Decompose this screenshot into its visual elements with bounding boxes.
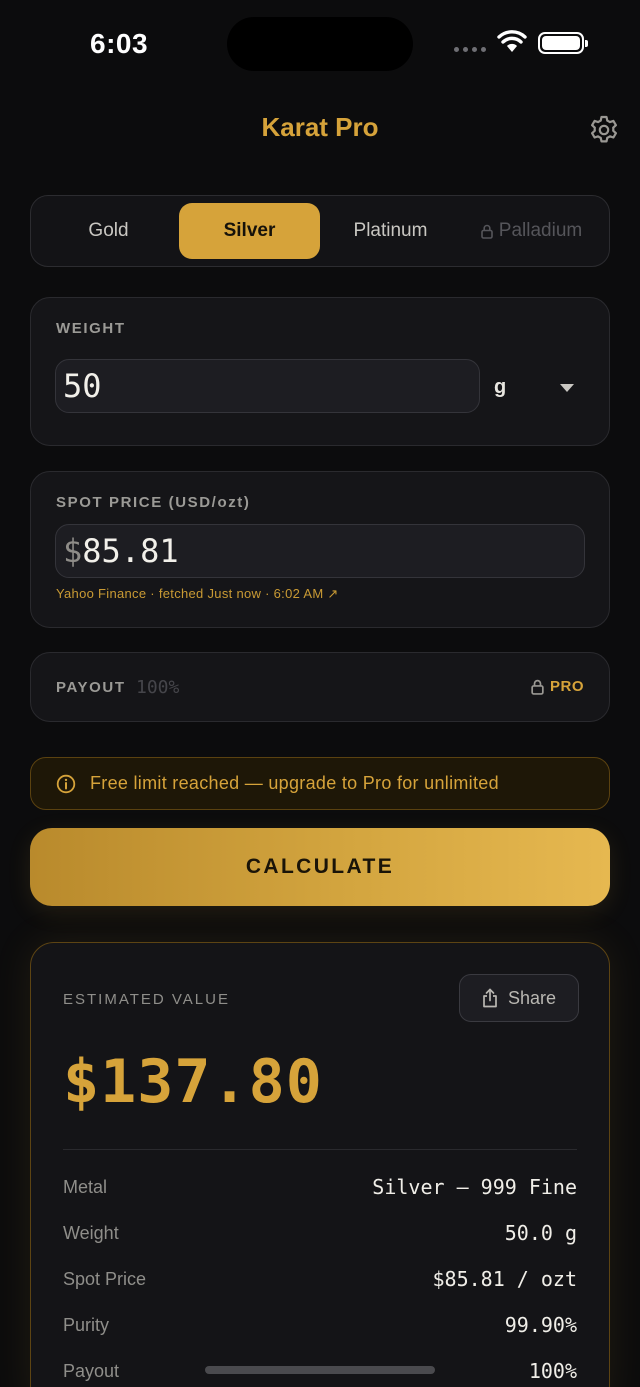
tab-label: Palladium: [498, 220, 583, 241]
tab-label: Gold: [88, 220, 129, 241]
row-key: Weight: [63, 1222, 119, 1243]
weight-input[interactable]: 50: [55, 359, 480, 413]
result-card: ESTIMATED VALUE Share $137.80 Metal Silv…: [30, 942, 610, 1387]
wifi-icon: [497, 30, 527, 52]
info-icon: [56, 774, 76, 793]
lock-icon: [531, 679, 544, 695]
weight-value: 50: [63, 367, 102, 405]
signal-icon: [454, 47, 486, 52]
payout-input[interactable]: 100%: [136, 677, 179, 698]
row-value: Silver — 999 Fine: [372, 1175, 577, 1199]
gear-icon[interactable]: [588, 114, 620, 146]
row-value: 100%: [528, 1359, 577, 1383]
tab-platinum[interactable]: Platinum: [320, 203, 461, 259]
spot-price-value: 85.81: [82, 532, 179, 570]
tab-silver[interactable]: Silver: [179, 203, 320, 259]
chevron-down-icon[interactable]: [560, 384, 574, 392]
estimated-value-label: ESTIMATED VALUE: [63, 991, 230, 1008]
currency-symbol: $: [63, 532, 83, 570]
home-indicator[interactable]: [205, 1366, 435, 1374]
spot-price-input[interactable]: $85.81: [55, 524, 585, 578]
tab-label: Silver: [223, 220, 276, 241]
warning-text: Free limit reached — upgrade to Pro for …: [90, 773, 499, 793]
row-key: Metal: [63, 1176, 108, 1197]
limit-warning-banner[interactable]: Free limit reached — upgrade to Pro for …: [30, 757, 610, 810]
battery-icon: [538, 32, 588, 54]
pro-badge[interactable]: PRO: [531, 678, 584, 695]
result-row-purity: Purity 99.90%: [63, 1313, 577, 1337]
spot-price-card: SPOT PRICE (USD/ozt) $85.81 Yahoo Financ…: [30, 471, 610, 628]
row-value: 50.0 g: [504, 1221, 577, 1245]
dynamic-island: [227, 17, 413, 71]
metal-selector: Gold Silver Platinum Palladium: [30, 195, 610, 267]
share-icon: [483, 988, 497, 1008]
share-button[interactable]: Share: [459, 974, 579, 1022]
app-title: Karat Pro: [261, 112, 379, 142]
row-value: 99.90%: [504, 1313, 577, 1337]
result-row-metal: Metal Silver — 999 Fine: [63, 1175, 577, 1199]
result-row-weight: Weight 50.0 g: [63, 1221, 577, 1245]
status-time: 6:03: [90, 28, 149, 59]
screen: 6:03 Karat Pro Gold Silver Platinum Pall…: [0, 0, 640, 1387]
payout-card[interactable]: PAYOUT 100% PRO: [30, 652, 610, 722]
calculate-button[interactable]: CALCULATE: [30, 828, 610, 906]
divider: [63, 1149, 577, 1150]
row-key: Purity: [63, 1314, 110, 1335]
row-key: Spot Price: [63, 1268, 147, 1289]
estimated-value: $137.80: [63, 1047, 323, 1117]
weight-label: WEIGHT: [56, 320, 126, 337]
weight-card: WEIGHT 50 g: [30, 297, 610, 446]
tab-label: Platinum: [353, 220, 428, 241]
share-label: Share: [507, 987, 557, 1008]
tab-palladium[interactable]: Palladium: [461, 203, 602, 259]
row-key: Payout: [63, 1360, 120, 1381]
price-source-link[interactable]: Yahoo Finance · fetched Just now · 6:02 …: [56, 586, 339, 602]
pro-badge-label: PRO: [549, 678, 584, 695]
payout-label: PAYOUT: [56, 679, 126, 696]
spot-price-label: SPOT PRICE (USD/ozt): [56, 494, 251, 511]
tab-gold[interactable]: Gold: [38, 203, 179, 259]
result-row-spot-price: Spot Price $85.81 / ozt: [63, 1267, 577, 1291]
row-value: $85.81 / ozt: [432, 1267, 578, 1291]
unit-select[interactable]: g: [494, 376, 506, 399]
lock-icon: [480, 224, 493, 239]
